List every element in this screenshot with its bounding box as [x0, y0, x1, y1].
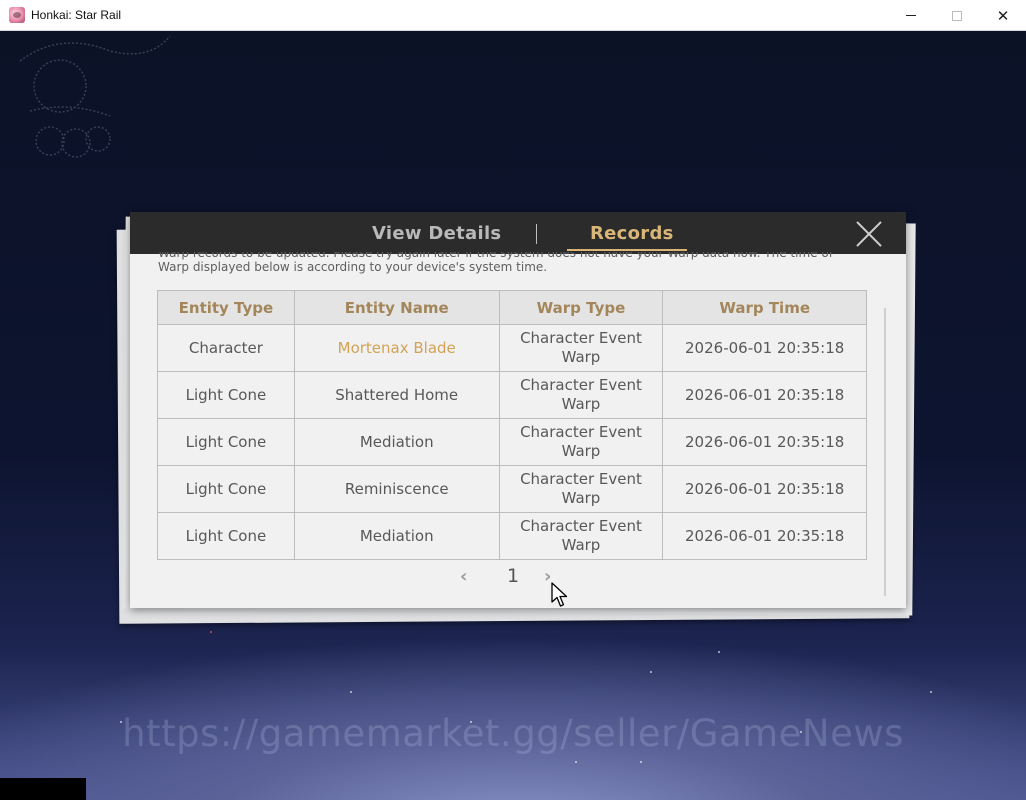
table-row: Light Cone Mediation Character Event Warp…	[157, 512, 867, 560]
window-titlebar: Honkai: Star Rail ✕	[0, 0, 1026, 31]
current-page-number: 1	[507, 565, 520, 587]
app-icon	[9, 7, 25, 23]
tab-view-details[interactable]: View Details	[372, 212, 501, 254]
cell-warp-time: 2026-06-01 20:35:18	[662, 465, 867, 513]
table-header-row: Entity Type Entity Name Warp Type Warp T…	[157, 290, 867, 325]
warp-records-panel: View Details Records Warp records to be …	[130, 212, 906, 608]
header-entity-type: Entity Type	[157, 290, 295, 325]
cell-entity-name: Mediation	[293, 418, 500, 466]
cell-entity-type: Character	[157, 324, 295, 372]
active-tab-indicator	[567, 249, 687, 251]
header-warp-time: Warp Time	[662, 290, 867, 325]
pagination: ‹ 1 ›	[130, 562, 906, 592]
cell-entity-type: Light Cone	[157, 371, 295, 419]
window-close-button[interactable]: ✕	[980, 0, 1026, 31]
panel-header: View Details Records	[130, 212, 906, 254]
window-title: Honkai: Star Rail	[31, 8, 122, 22]
warp-type-line-2: Warp	[561, 442, 601, 460]
doodle-decoration	[19, 35, 171, 158]
cell-warp-type: Character Event Warp	[498, 465, 664, 513]
cell-warp-time: 2026-06-01 20:35:18	[662, 371, 867, 419]
close-icon: ✕	[996, 6, 1010, 25]
minimize-button[interactable]	[888, 0, 934, 31]
warp-type-line-2: Warp	[561, 536, 601, 554]
cell-warp-type: Character Event Warp	[498, 512, 664, 560]
cell-entity-type: Light Cone	[157, 465, 295, 513]
panel-close-button[interactable]	[856, 221, 882, 247]
warp-type-line-1: Character Event	[520, 376, 642, 394]
maximize-icon	[952, 10, 962, 21]
cell-warp-type: Character Event Warp	[498, 324, 664, 372]
table-row: Character Mortenax Blade Character Event…	[157, 324, 867, 372]
cell-warp-time: 2026-06-01 20:35:18	[662, 324, 867, 372]
header-warp-type: Warp Type	[498, 290, 664, 325]
tab-records[interactable]: Records	[590, 212, 674, 254]
cell-warp-time: 2026-06-01 20:35:18	[662, 418, 867, 466]
cell-entity-type: Light Cone	[157, 418, 295, 466]
warp-type-line-1: Character Event	[520, 423, 642, 441]
warp-type-line-1: Character Event	[520, 470, 642, 488]
cell-entity-type: Light Cone	[157, 512, 295, 560]
notice-line-1: Warp records to be updated. Please try a…	[158, 252, 833, 260]
table-row: Light Cone Mediation Character Event Warp…	[157, 418, 867, 466]
warp-type-line-2: Warp	[561, 395, 601, 413]
cell-entity-name: Mortenax Blade	[293, 324, 500, 372]
maximize-button[interactable]	[934, 0, 980, 31]
table-row: Light Cone Shattered Home Character Even…	[157, 371, 867, 419]
window-controls: ✕	[888, 0, 1026, 31]
table-row: Light Cone Reminiscence Character Event W…	[157, 465, 867, 513]
cell-entity-name: Shattered Home	[293, 371, 500, 419]
warp-type-line-2: Warp	[561, 489, 601, 507]
cell-warp-type: Character Event Warp	[498, 418, 664, 466]
records-scrollbar[interactable]	[884, 308, 886, 596]
cell-entity-name: Reminiscence	[293, 465, 500, 513]
tab-divider	[536, 224, 537, 244]
warp-type-line-1: Character Event	[520, 517, 642, 535]
records-table: Entity Type Entity Name Warp Type Warp T…	[157, 290, 867, 560]
notice-text: Warp records to be updated. Please try a…	[158, 252, 858, 284]
black-overlay-block	[0, 778, 86, 800]
cell-entity-name: Mediation	[293, 512, 500, 560]
mouse-cursor-icon	[551, 582, 568, 607]
warp-type-line-2: Warp	[561, 348, 601, 366]
warp-type-line-1: Character Event	[520, 329, 642, 347]
prev-page-button[interactable]: ‹	[460, 566, 467, 587]
notice-line-2: Warp displayed below is according to you…	[158, 260, 548, 274]
cell-warp-time: 2026-06-01 20:35:18	[662, 512, 867, 560]
minimize-icon	[906, 15, 916, 16]
cell-warp-type: Character Event Warp	[498, 371, 664, 419]
watermark-text: https://gamemarket.gg/seller/GameNews	[122, 712, 904, 755]
header-entity-name: Entity Name	[293, 290, 500, 325]
